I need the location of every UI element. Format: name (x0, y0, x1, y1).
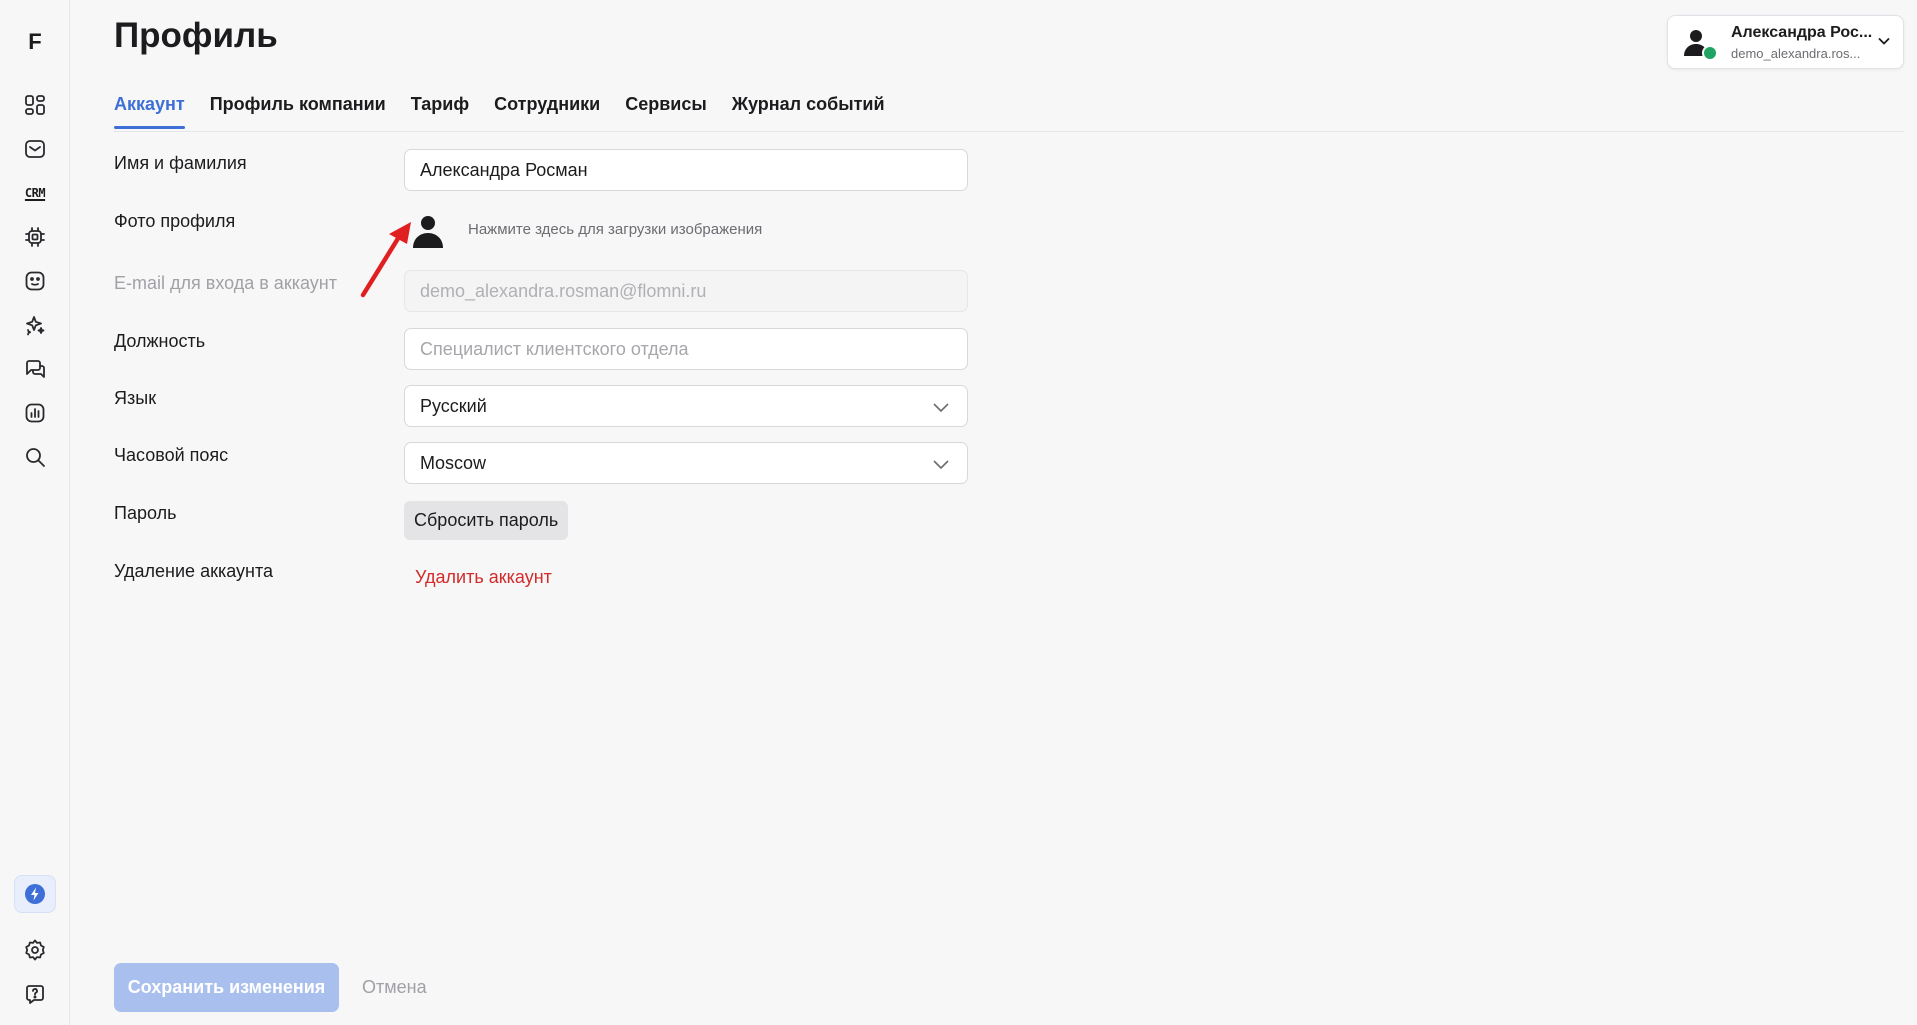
tab-employees[interactable]: Сотрудники (494, 94, 600, 129)
position-label: Должность (114, 331, 206, 351)
search-icon[interactable] (14, 438, 56, 476)
email-field: demo_alexandra.rosman@flomni.ru (404, 270, 968, 312)
save-button[interactable]: Сохранить изменения (114, 963, 339, 1012)
email-value: demo_alexandra.rosman@flomni.ru (420, 280, 707, 301)
chevron-down-icon (933, 460, 949, 470)
tab-tariff[interactable]: Тариф (411, 94, 469, 129)
password-label: Пароль (114, 503, 177, 523)
app-logo[interactable]: F (14, 24, 56, 60)
user-avatar (1684, 30, 1718, 61)
photo-label: Фото профиля (114, 211, 236, 231)
crm-icon[interactable]: CRM (14, 174, 56, 212)
timezone-select[interactable]: Moscow (404, 442, 968, 484)
profile-photo-avatar[interactable] (410, 213, 446, 249)
crm-label: CRM (24, 186, 46, 200)
name-value: Александра Росман (420, 159, 588, 180)
tabs-divider (114, 131, 1904, 132)
name-field[interactable]: Александра Росман (404, 149, 968, 191)
help-icon[interactable] (14, 975, 56, 1013)
user-name: Александра Рос... (1731, 24, 1873, 41)
email-label: E-mail для входа в аккаунт (114, 273, 337, 293)
profile-tabs: Аккаунт Профиль компании Тариф Сотрудник… (114, 94, 910, 129)
cancel-button[interactable]: Отмена (362, 977, 427, 998)
timezone-value: Moscow (420, 452, 487, 473)
bot-icon[interactable] (14, 262, 56, 300)
chevron-down-icon (1878, 37, 1890, 45)
user-menu[interactable]: Александра Рос... demo_alexandra.ros... (1667, 15, 1904, 69)
chats-icon[interactable] (14, 350, 56, 388)
delete-account-label: Удаление аккаунта (114, 561, 274, 581)
photo-upload-hint[interactable]: Нажмите здесь для загрузки изображения (468, 221, 762, 238)
inbox-icon[interactable] (14, 130, 56, 168)
language-value: Русский (420, 395, 487, 416)
language-label: Язык (114, 388, 157, 408)
app-root: F CRM Профиль Александра Рос... demo_ale… (0, 0, 1917, 1025)
tab-company-profile[interactable]: Профиль компании (210, 94, 386, 129)
reset-password-button[interactable]: Сбросить пароль (404, 501, 569, 540)
sidebar: F CRM (0, 0, 70, 1025)
tab-event-log[interactable]: Журнал событий (732, 94, 885, 129)
position-field[interactable]: Специалист клиентского отдела (404, 328, 968, 370)
delete-account-link[interactable]: Удалить аккаунт (415, 567, 552, 588)
name-label: Имя и фамилия (114, 153, 247, 173)
timezone-label: Часовой пояс (114, 445, 229, 465)
language-select[interactable]: Русский (404, 385, 968, 427)
bolt-icon[interactable] (14, 875, 56, 913)
chevron-down-icon (933, 403, 949, 413)
analytics-icon[interactable] (14, 394, 56, 432)
chip-icon[interactable] (14, 218, 56, 256)
user-email: demo_alexandra.ros... (1731, 46, 1861, 61)
position-placeholder: Специалист клиентского отдела (420, 338, 689, 359)
tab-services[interactable]: Сервисы (625, 94, 707, 129)
tab-account[interactable]: Аккаунт (114, 94, 185, 129)
settings-icon[interactable] (14, 931, 56, 969)
dashboard-icon[interactable] (14, 86, 56, 124)
page-title: Профиль (114, 16, 278, 55)
sparkle-icon[interactable] (14, 306, 56, 344)
